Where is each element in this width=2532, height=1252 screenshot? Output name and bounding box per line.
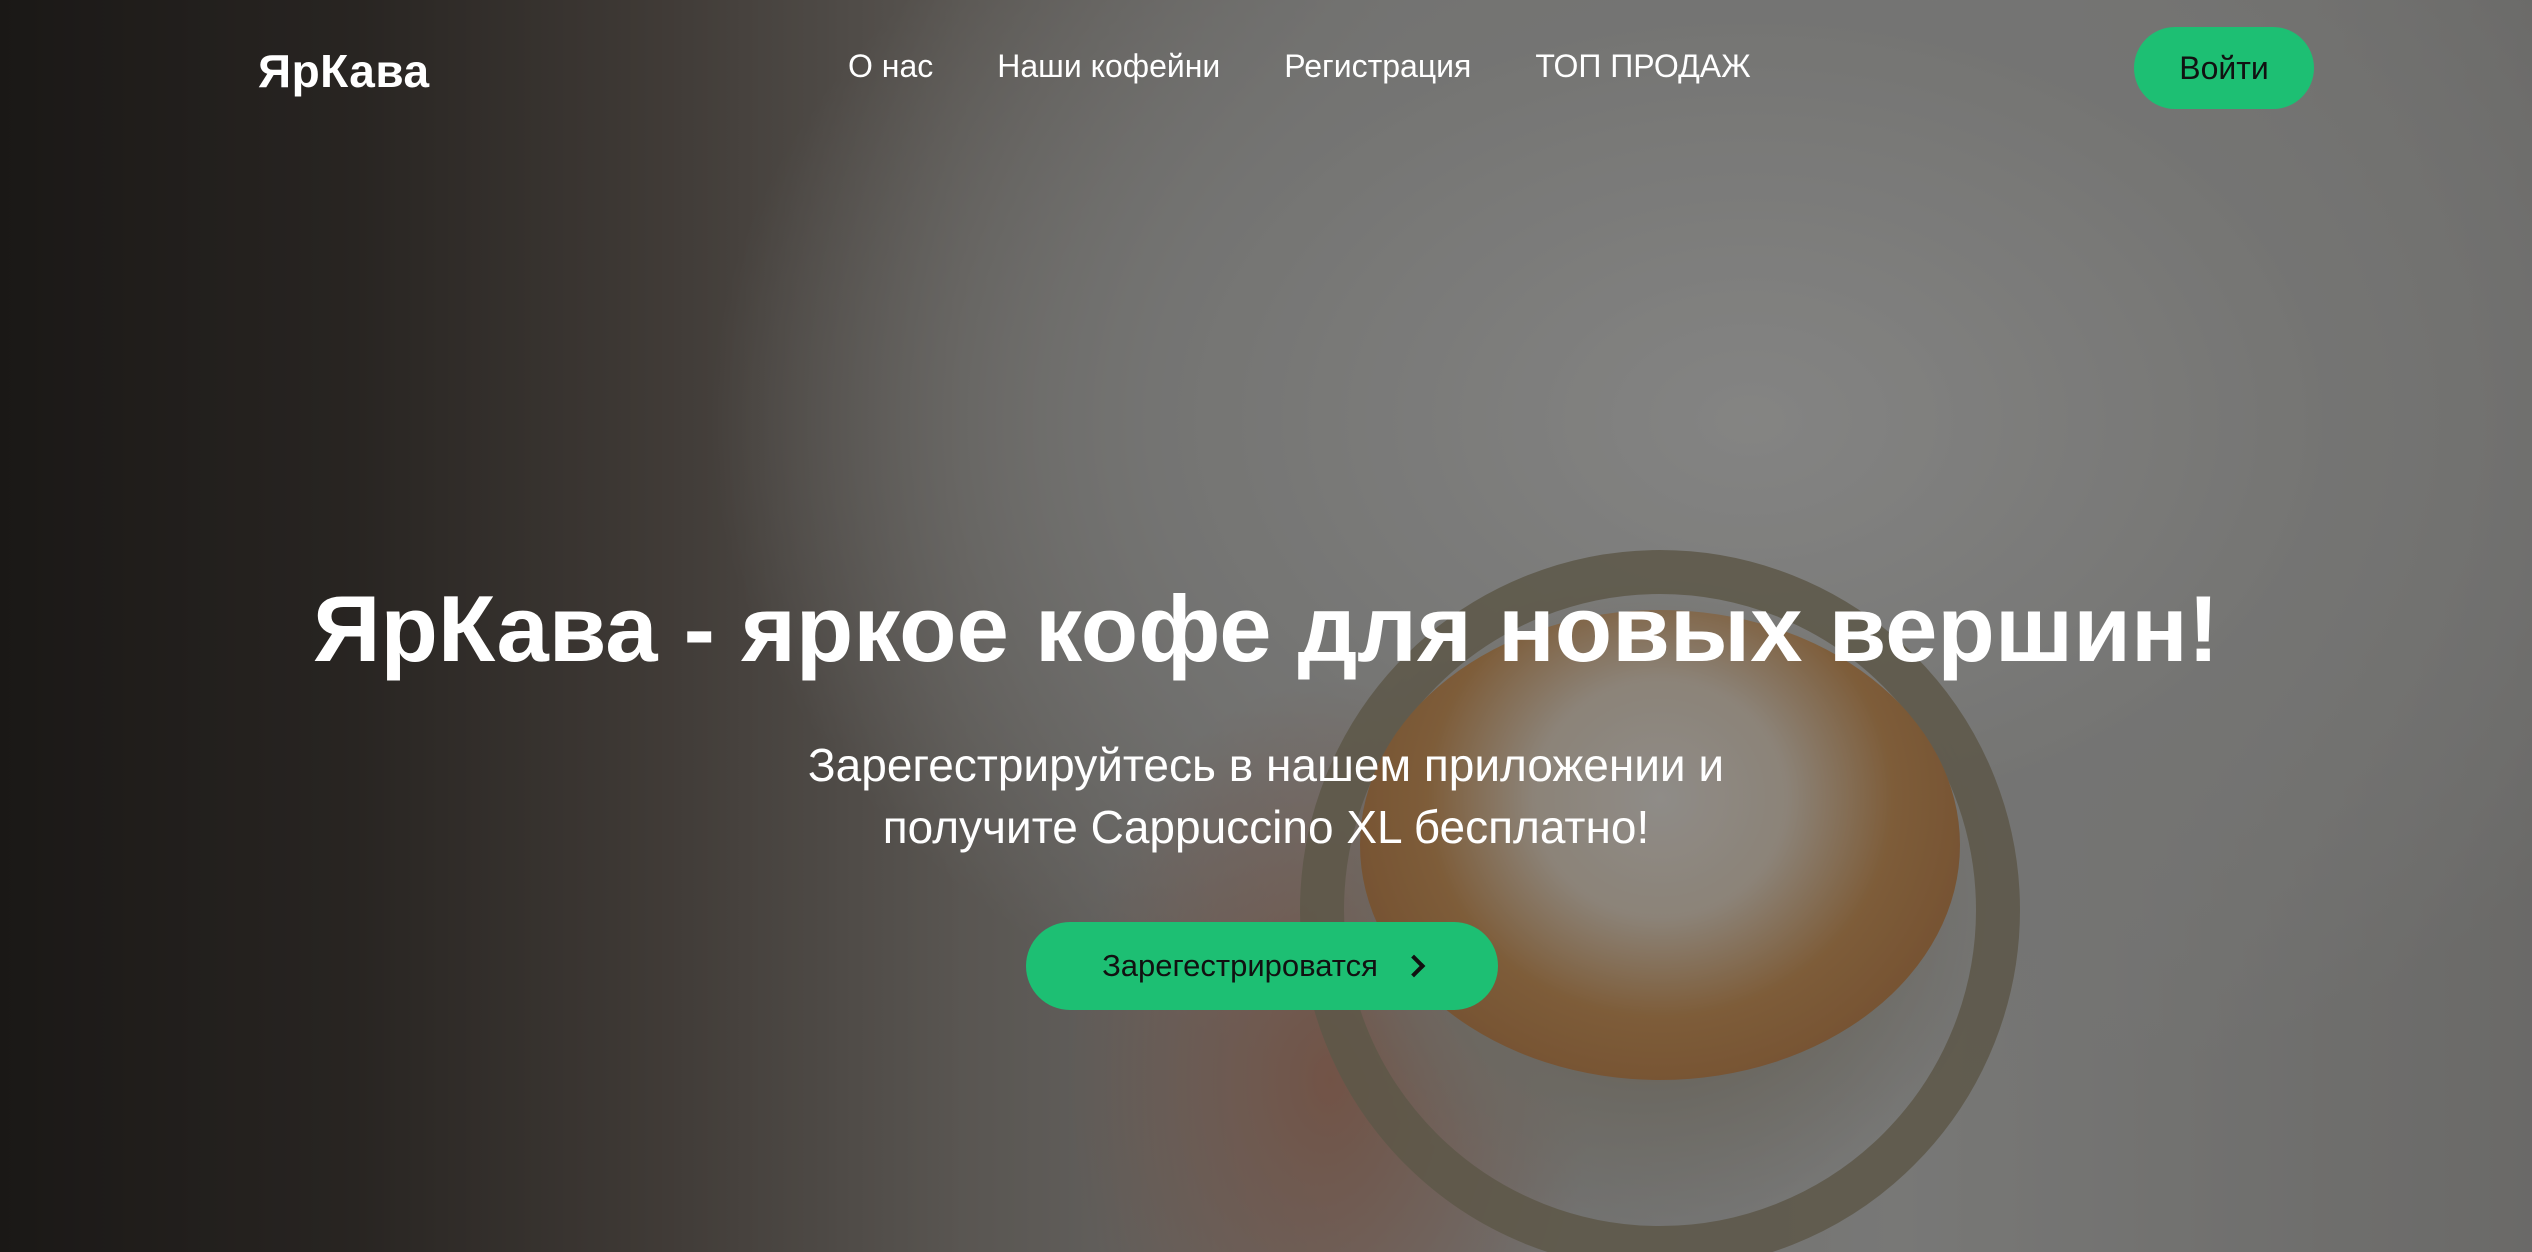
hero-title: ЯрКава - яркое кофе для новых вершин! xyxy=(312,576,2220,681)
nav-item-about[interactable]: О нас xyxy=(848,48,933,85)
nav-item-registration[interactable]: Регистрация xyxy=(1284,48,1471,85)
register-button-label: Зарегестрироватся xyxy=(1102,948,1378,983)
login-button[interactable]: Войти xyxy=(2134,27,2314,109)
hero-subtitle: Зарегестрируйтесь в нашем приложении и п… xyxy=(666,734,1866,858)
hero-subtitle-line-2: получите Cappuccino XL бесплатно! xyxy=(882,801,1650,853)
landing-page: ЯрКава О нас Наши кофейни Регистрация ТО… xyxy=(0,0,2532,1252)
hero-subtitle-line-1: Зарегестрируйтесь в нашем приложении и xyxy=(807,739,1725,791)
nav-item-top-sales[interactable]: ТОП ПРОДАЖ xyxy=(1535,48,1750,85)
nav-item-coffee-shops[interactable]: Наши кофейни xyxy=(997,48,1220,85)
logo[interactable]: ЯрКава xyxy=(258,44,430,98)
chevron-right-icon xyxy=(1402,954,1426,978)
main-nav: О нас Наши кофейни Регистрация ТОП ПРОДА… xyxy=(848,48,1751,85)
register-button[interactable]: Зарегестрироватся xyxy=(1026,922,1498,1010)
site-header: ЯрКава О нас Наши кофейни Регистрация ТО… xyxy=(0,0,2532,136)
